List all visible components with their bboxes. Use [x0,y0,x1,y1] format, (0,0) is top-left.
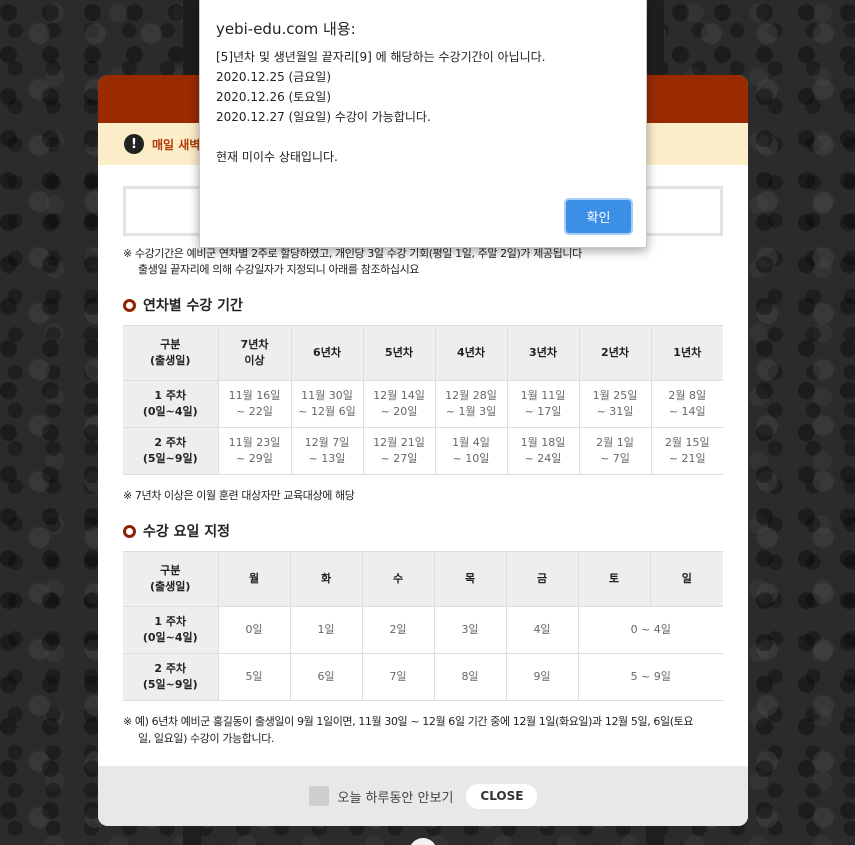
table-header-cell: 토 [577,551,650,607]
note-line: ※ 예) 6년차 예비군 홍길동이 출생일이 9월 1일이면, 11월 30일 … [123,715,694,728]
close-button[interactable]: CLOSE [466,783,538,809]
table-header-cell: 수 [361,551,434,607]
table-cell: 5일 [217,653,290,701]
table-cell: 7일 [361,653,434,701]
exclamation-icon: ! [124,134,144,154]
table-header-cell: 금 [505,551,578,607]
alert-message: [5]년차 및 생년월일 끝자리[9] 에 해당하는 수강기간이 아닙니다. 2… [216,47,545,167]
table-cell: 4일 [505,606,578,654]
table-row: 1 주차 (0일~4일) 0일 1일 2일 3일 4일 0 ~ 4일 [123,606,723,654]
table-cell: 8일 [433,653,506,701]
hide-today-label[interactable]: 오늘 하루동안 안보기 [338,787,454,806]
ok-button[interactable]: 확인 [566,200,631,233]
table-header-cell: 일 [649,551,723,607]
row-label: 2 주차 (5일~9일) [123,653,218,701]
popup-footer: 오늘 하루동안 안보기 CLOSE [98,766,748,826]
table-header-cell: 3년차 [506,325,579,381]
note-example: ※ 예) 6년차 예비군 홍길동이 출생일이 9월 1일이면, 11월 30일 … [123,713,723,747]
table-header-cell: 7년차 이상 [217,325,291,381]
description-line: ※ 수강기간은 예비군 연차별 2주로 할당하였고, 개인당 3일 수강 기회(… [123,247,582,260]
alert-line: 2020.12.26 (토요일) [216,90,332,104]
table-row: 2 주차 (5일~9일) 11월 23일 ~ 29일 12월 7일 ~ 13일 12월… [123,427,723,475]
table-cell: 12월 21일 ~ 27일 [362,427,435,475]
table-header-cell: 구분 (출생일) [123,551,218,607]
row-label: 2 주차 (5일~9일) [123,427,218,475]
table-cell: 1월 4일 ~ 10일 [434,427,507,475]
alert-line: 2020.12.27 (일요일) 수강이 가능합니다. [216,110,431,124]
note-line: 일, 일요일) 수강이 가능합니다. [138,732,275,745]
table-cell: 3일 [433,606,506,654]
table-cell: 1월 18일 ~ 24일 [506,427,579,475]
table-header-cell: 6년차 [290,325,363,381]
section-bullet-icon [123,298,136,312]
note-senior: ※ 7년차 이상은 이월 훈련 대상자만 교육대상에 해당 [123,489,355,502]
table-header-cell: 2년차 [578,325,651,381]
table-cell: 9일 [505,653,578,701]
table-header-cell: 1년차 [650,325,723,381]
table-cell-weekend: 5 ~ 9일 [577,653,723,701]
table-cell: 12월 28일 ~ 1월 3일 [434,380,507,428]
section-title-text: 수강 요일 지정 [143,524,231,540]
table-cell: 11월 23일 ~ 29일 [217,427,291,475]
table-cell: 1일 [289,606,362,654]
section-title-weekday: 수강 요일 지정 [123,521,748,541]
table-cell: 1월 11일 ~ 17일 [506,380,579,428]
table-header-cell: 구분 (출생일) [123,325,218,381]
table-row: 2 주차 (5일~9일) 5일 6일 7일 8일 9일 5 ~ 9일 [123,653,723,701]
table-cell: 12월 14일 ~ 20일 [362,380,435,428]
alert-title: yebi-edu.com 내용: [216,20,356,38]
table-header-row: 구분 (출생일) 월 화 수 목 금 토 일 [123,551,723,607]
table-header-cell: 4년차 [434,325,507,381]
period-table: 구분 (출생일) 7년차 이상 6년차 5년차 4년차 3년차 2년차 1년차 1 … [123,325,723,475]
table-cell: 6일 [289,653,362,701]
table-header-cell: 목 [433,551,506,607]
table-cell: 11월 16일 ~ 22일 [217,380,291,428]
table-cell: 2일 [361,606,434,654]
table-cell: 2월 1일 ~ 7일 [578,427,651,475]
alert-line: 2020.12.25 (금요일) [216,70,332,84]
row-label: 1 주차 (0일~4일) [123,380,218,428]
table-cell: 11월 30일 ~ 12월 6일 [290,380,363,428]
table-cell: 2월 15일 ~ 21일 [650,427,723,475]
row-label: 1 주차 (0일~4일) [123,606,218,654]
table-header-cell: 5년차 [362,325,435,381]
section-title-text: 연차별 수강 기간 [143,298,243,314]
background-circle-button [409,838,437,845]
table-cell: 1월 25일 ~ 31일 [578,380,651,428]
section-bullet-icon [123,524,136,538]
table-cell-weekend: 0 ~ 4일 [577,606,723,654]
alert-gap [216,127,545,147]
weekday-table: 구분 (출생일) 월 화 수 목 금 토 일 1 주차 (0일~4일) 0일 1일 … [123,551,723,701]
description-line: 출생일 끝자리에 의해 수강일자가 지정되니 아래를 참조하십시요 [138,263,420,276]
table-header-cell: 화 [289,551,362,607]
alert-status: 현재 미이수 상태입니다. [216,150,338,164]
table-header-cell: 월 [217,551,290,607]
description: ※ 수강기간은 예비군 연차별 2주로 할당하였고, 개인당 3일 수강 기회(… [123,246,723,278]
table-header-row: 구분 (출생일) 7년차 이상 6년차 5년차 4년차 3년차 2년차 1년차 [123,325,723,381]
hide-today-checkbox[interactable] [308,786,329,806]
alert-line: [5]년차 및 생년월일 끝자리[9] 에 해당하는 수강기간이 아닙니다. [216,50,546,64]
alert-dialog: yebi-edu.com 내용: [5]년차 및 생년월일 끝자리[9] 에 해… [199,0,647,248]
table-cell: 12월 7일 ~ 13일 [290,427,363,475]
notice-text: 매일 새벽 [152,137,201,152]
table-cell: 2월 8일 ~ 14일 [650,380,723,428]
table-row: 1 주차 (0일~4일) 11월 16일 ~ 22일 11월 30일 ~ 12월 6일… [123,380,723,428]
table-cell: 0일 [217,606,290,654]
section-title-period: 연차별 수강 기간 [123,295,748,315]
